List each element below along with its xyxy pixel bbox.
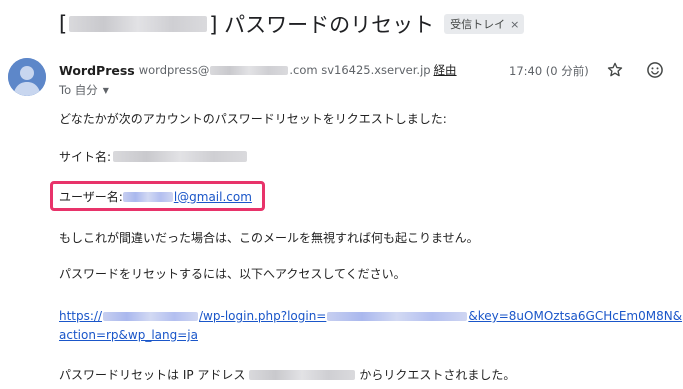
- ip-notice-prefix: パスワードリセットは IP アドレス: [59, 368, 246, 382]
- remove-label-icon[interactable]: ×: [510, 18, 519, 31]
- subject-prefix: [: [59, 12, 68, 36]
- reset-link-path: /wp-login.php?login=: [199, 309, 327, 323]
- sender-email-prefix: wordpress@: [138, 63, 210, 77]
- username-line: ユーザー名: l@gmail.com: [59, 188, 252, 205]
- reset-link-line-1[interactable]: https:// /wp-login.php?login= &key=8uOMOzt…: [59, 307, 682, 326]
- star-icon[interactable]: [606, 61, 624, 79]
- redacted-site-name: [113, 151, 248, 162]
- sender-server: sv16425.xserver.jp: [321, 63, 431, 77]
- sender-name[interactable]: WordPress: [59, 63, 135, 78]
- email-subject: [ ] パスワードのリセット: [59, 9, 434, 39]
- sender-line: WordPress wordpress@ .com sv16425.xserver…: [59, 62, 457, 78]
- sender-email: wordpress@ .com sv16425.xserver.jp: [139, 63, 431, 77]
- reset-link[interactable]: https:// /wp-login.php?login= &key=8uOMOzt…: [59, 307, 682, 345]
- redacted-sender-domain: [210, 66, 289, 75]
- reset-instructions: パスワードをリセットするには、以下へアクセスしてください。: [59, 267, 406, 281]
- redacted-login: [327, 312, 468, 321]
- site-name-line: サイト名:: [59, 148, 248, 165]
- inbox-label-text: 受信トレイ: [450, 18, 506, 31]
- redacted-subject-text: [69, 16, 208, 32]
- username-email-suffix: l@gmail.com: [173, 189, 252, 204]
- ip-notice: パスワードリセットは IP アドレス からリクエストされました。: [59, 366, 515, 383]
- sender-email-suffix: .com: [289, 63, 318, 77]
- reset-link-scheme: https://: [59, 309, 103, 323]
- ignore-notice: もしこれが間違いだった場合は、このメールを無視すれば何も起こりません。: [59, 231, 479, 245]
- email-subject-row: [ ] パスワードのリセット 受信トレイ ×: [59, 8, 525, 40]
- reset-link-key: &key=8uOMOztsa6GCHcEm0M8N&: [468, 309, 683, 323]
- username-label: ユーザー名:: [59, 190, 123, 204]
- sender-avatar[interactable]: [8, 58, 46, 96]
- person-avatar-icon: [8, 58, 46, 96]
- redacted-username: [122, 191, 173, 202]
- redacted-ip-address: [249, 369, 356, 380]
- subject-suffix: ] パスワードのリセット: [209, 13, 435, 37]
- recipient-dropdown[interactable]: To 自分 ▼: [59, 82, 109, 98]
- site-name-label: サイト名:: [59, 150, 112, 164]
- ip-notice-suffix: からリクエストされました。: [359, 368, 516, 382]
- username-email-link[interactable]: l@gmail.com: [122, 189, 252, 204]
- email-timestamp: 17:40 (0 分前): [509, 64, 589, 78]
- add-reaction-icon[interactable]: [645, 60, 665, 80]
- reset-link-line-2[interactable]: action=rp&wp_lang=ja: [59, 326, 682, 345]
- redacted-host: [103, 312, 199, 321]
- recipient-label: To 自分: [59, 83, 98, 97]
- body-intro: どなたかが次のアカウントのパスワードリセットをリクエストしました:: [59, 112, 447, 126]
- chevron-down-icon: ▼: [102, 85, 109, 95]
- via-link[interactable]: 経由: [434, 62, 457, 78]
- inbox-label-badge[interactable]: 受信トレイ ×: [444, 14, 525, 34]
